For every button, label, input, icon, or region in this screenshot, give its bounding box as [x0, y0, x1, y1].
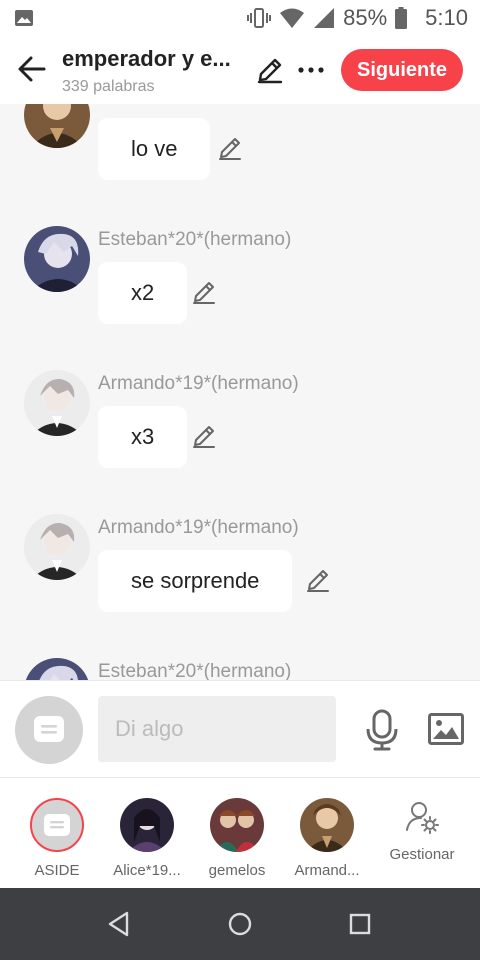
word-count: 339 palabras	[62, 78, 155, 95]
status-bar: 85% 5:10	[0, 0, 480, 36]
next-button[interactable]: Siguiente	[341, 49, 463, 91]
home-circle-icon[interactable]	[226, 910, 254, 938]
avatar[interactable]	[24, 514, 90, 580]
edit-message-icon[interactable]	[217, 135, 243, 161]
speaker-name: Armando*19*(hermano)	[98, 373, 299, 394]
edit-message-icon[interactable]	[305, 567, 331, 593]
aside-toggle-button[interactable]	[15, 696, 83, 764]
character-bar: ASIDE Alice*19... gemelos Armand... Gest…	[0, 778, 480, 888]
story-header: emperador y e... 339 palabras Siguiente	[0, 36, 480, 104]
system-nav-bar	[0, 888, 480, 960]
avatar	[210, 798, 264, 852]
chat-area[interactable]: lo ve Esteban*20*(hermano) x2 Armando*19…	[0, 104, 480, 680]
message-bubble[interactable]: x2	[98, 262, 188, 324]
edit-message-icon[interactable]	[191, 279, 217, 305]
recents-square-icon[interactable]	[346, 910, 374, 938]
character-aside[interactable]: ASIDE	[12, 798, 102, 879]
signal-icon	[314, 8, 335, 28]
clock: 5:10	[425, 5, 468, 30]
back-triangle-icon[interactable]	[106, 910, 134, 938]
battery-percent: 85%	[343, 5, 388, 30]
aside-avatar	[30, 798, 84, 852]
avatar	[120, 798, 174, 852]
avatar[interactable]	[24, 104, 90, 148]
message-icon	[44, 814, 70, 836]
manage-label: Gestionar	[389, 846, 455, 863]
character-armando[interactable]: Armand...	[282, 798, 372, 879]
character-label: ASIDE	[34, 862, 80, 879]
speaker-name: Esteban*20*(hermano)	[98, 229, 292, 250]
message-bubble[interactable]: lo ve	[98, 118, 211, 180]
character-label: Alice*19...	[113, 862, 181, 879]
message-bubble[interactable]: se sorprende	[98, 550, 293, 612]
back-arrow-icon[interactable]	[16, 53, 48, 85]
image-notification-icon	[15, 10, 33, 26]
vibrate-icon	[247, 8, 272, 28]
more-options-icon[interactable]	[296, 56, 326, 84]
avatar[interactable]	[24, 658, 90, 680]
avatar	[300, 798, 354, 852]
wifi-icon	[280, 8, 305, 28]
speaker-name: Armando*19*(hermano)	[98, 517, 299, 538]
message-bubble[interactable]: x3	[98, 406, 188, 468]
character-label: Armand...	[294, 862, 360, 879]
avatar[interactable]	[24, 226, 90, 292]
character-gemelos[interactable]: gemelos	[192, 798, 282, 879]
story-title[interactable]: emperador y e...	[62, 46, 231, 72]
composer-bar: Di algo	[0, 680, 480, 778]
speaker-name: Esteban*20*(hermano)	[98, 661, 292, 680]
message-input[interactable]: Di algo	[98, 696, 336, 762]
message-icon	[34, 716, 64, 742]
manage-characters-button[interactable]: Gestionar	[377, 800, 467, 863]
character-label: gemelos	[208, 862, 266, 879]
character-alice[interactable]: Alice*19...	[102, 798, 192, 879]
edit-message-icon[interactable]	[191, 423, 217, 449]
image-icon[interactable]	[428, 713, 464, 745]
battery-icon	[395, 7, 408, 29]
edit-title-icon[interactable]	[256, 56, 284, 84]
avatar[interactable]	[24, 370, 90, 436]
manage-user-icon	[406, 802, 439, 834]
microphone-icon[interactable]	[364, 709, 400, 751]
